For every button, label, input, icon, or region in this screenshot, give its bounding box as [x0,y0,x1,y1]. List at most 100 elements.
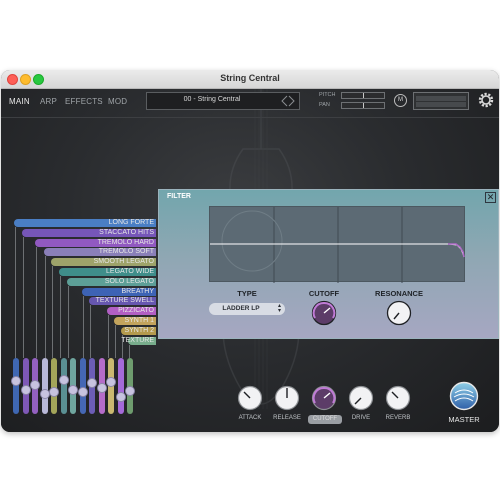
fader-handle[interactable] [106,377,116,388]
articulation-item[interactable]: STACCATO HITS [22,228,156,237]
articulation-item[interactable]: LONG FORTE [14,219,156,227]
articulation-connector [45,256,46,358]
articulation-fader[interactable] [11,358,21,414]
filter-cutoff-knob[interactable] [311,300,337,326]
filter-resonance-knob[interactable] [386,300,412,326]
articulation-item[interactable]: TEXTURE SWELL [89,297,156,306]
articulation-fader[interactable] [30,358,40,414]
articulation-fader[interactable] [68,358,78,414]
release-knob[interactable] [274,385,300,411]
articulation-label: SOLO LEGATO [104,277,154,285]
cutoff-knob-label: CUTOFF [312,416,338,422]
articulation-connector [15,227,16,358]
fader-handle[interactable] [87,377,97,388]
articulation-connector [90,305,91,358]
articulation-label: STACCATO HITS [99,228,154,236]
output-meter [413,92,469,110]
articulation-item[interactable]: SOLO LEGATO [67,277,156,286]
articulation-fader[interactable] [58,358,69,414]
articulation-connector [115,325,116,358]
tab-mod[interactable]: MOD [108,97,127,106]
pitch-label: PITCH [319,92,336,98]
articulation-label: SMOOTH LEGATO [93,258,154,266]
preset-selector[interactable]: 00 - String Central [146,92,300,110]
articulation-connector [23,236,24,358]
articulation-fader[interactable] [115,358,126,414]
articulation-label: TREMOLO SOFT [98,248,154,256]
resonance-label: RESONANCE [375,289,423,298]
articulation-connector [68,285,69,358]
articulation-fader[interactable] [77,358,88,414]
articulation-fader[interactable] [39,358,50,414]
release-label: RELEASE [273,415,301,421]
articulation-connector [52,266,53,358]
articulation-fader[interactable] [106,358,116,414]
articulation-fader[interactable] [49,358,59,414]
fader-handle[interactable] [125,385,135,396]
filter-type-select[interactable]: LADDER LP ▴ ▾ [209,303,285,315]
top-bar: MAIN ARP EFFECTS MOD 00 - String Central… [1,89,499,118]
articulation-fader[interactable] [87,358,97,414]
fader-handle[interactable] [68,384,78,395]
articulation-connector [108,315,109,358]
m-button[interactable]: M [394,94,407,107]
articulation-label: SYNTH 1 [124,317,154,324]
articulation-fader[interactable] [125,358,135,414]
preset-nav-arrows-icon[interactable] [280,94,296,108]
cutoff-selected-tag[interactable]: CUTOFF [308,415,342,424]
articulation-item[interactable]: SYNTH 1 [114,317,156,325]
reverb-label: REVERB [385,415,411,421]
filter-type-label: TYPE [237,289,257,298]
fader-handle[interactable] [58,374,69,385]
articulation-connector [83,295,84,358]
articulation-item[interactable]: BREATHY [82,287,156,296]
master-label: MASTER [448,415,480,424]
articulation-item[interactable]: SYNTH 2 [121,326,156,335]
master-knob[interactable] [449,381,479,411]
articulation-item[interactable]: TEXTURE [121,336,156,345]
articulation-connector [60,276,61,358]
pitch-slider[interactable] [341,92,385,99]
articulation-fader[interactable] [96,358,107,414]
articulation-item[interactable]: TREMOLO HARD [35,238,156,247]
articulation-item[interactable]: LEGATO WIDE [59,268,156,276]
tab-arp[interactable]: ARP [40,97,57,106]
filter-panel: FILTER ✕ TYPE LADDER LP ▴ ▾ CUTOFF RESON… [158,189,499,339]
select-arrows-icon: ▴ ▾ [277,303,281,314]
articulation-label: TREMOLO HARD [97,238,154,246]
drive-knob[interactable] [348,385,374,411]
filter-title: FILTER [167,193,191,200]
articulation-label: SYNTH 2 [124,326,154,334]
articulation-item[interactable]: SMOOTH LEGATO [51,258,156,267]
cutoff-knob[interactable] [311,385,337,411]
app-window: String Central MAIN ARP EFFECTS MOD 00 -… [1,70,499,432]
filter-type-value: LADDER LP [222,305,260,312]
preset-name: 00 - String Central [183,96,241,103]
articulation-connector [36,246,37,358]
articulation-label: LONG FORTE [108,219,154,226]
fader-handle[interactable] [96,382,107,393]
reverb-knob[interactable] [385,385,411,411]
gear-icon[interactable] [477,91,495,109]
articulation-label: BREATHY [121,287,154,295]
articulation-fader[interactable] [20,358,31,414]
fader-handle[interactable] [77,386,88,397]
articulation-item[interactable]: TREMOLO SOFT [44,248,156,257]
fader-handle[interactable] [115,391,126,402]
pan-slider[interactable] [341,102,385,109]
attack-label: ATTACK [238,415,262,421]
title-bar: String Central [1,70,499,89]
fader-handle[interactable] [20,384,31,395]
close-icon[interactable]: ✕ [485,192,496,203]
attack-knob[interactable] [237,385,263,411]
pan-label: PAN [319,102,330,108]
tab-main[interactable]: MAIN [9,97,30,106]
fader-handle[interactable] [39,388,50,399]
tab-effects[interactable]: EFFECTS [65,97,103,106]
filter-response-graph[interactable] [209,206,465,283]
articulation-item[interactable]: PIZZICATO [107,307,156,316]
fader-handle[interactable] [30,380,40,391]
articulation-connector [129,344,130,358]
fader-handle[interactable] [11,376,21,387]
fader-handle[interactable] [49,386,59,397]
